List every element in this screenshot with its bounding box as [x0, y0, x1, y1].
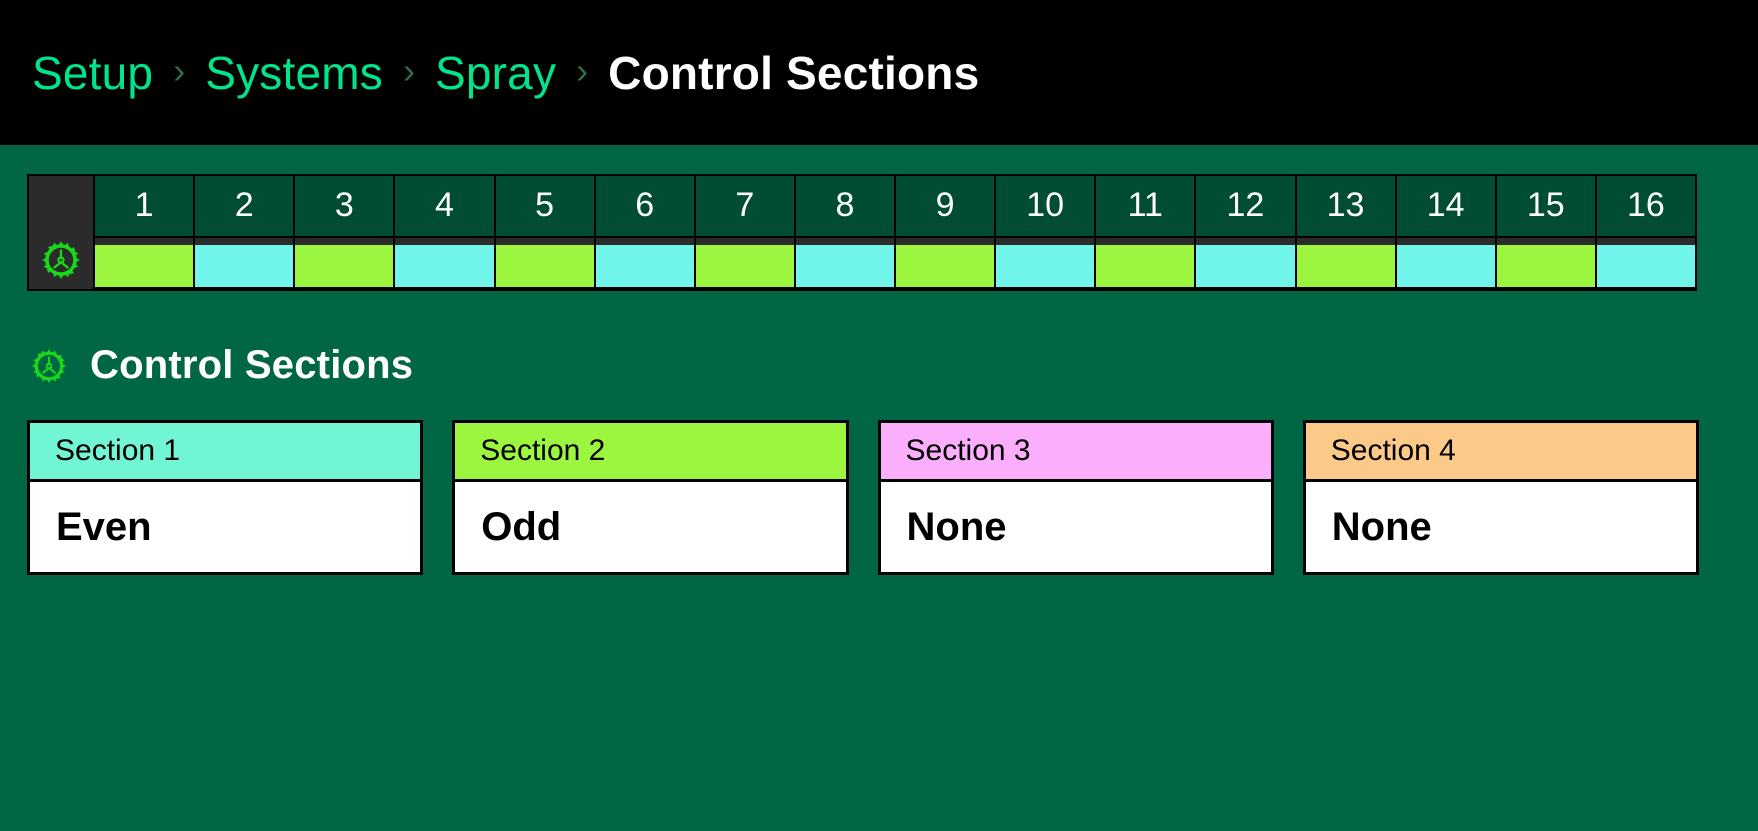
- nozzle-column-gap: [795, 238, 894, 245]
- nozzle-column-band[interactable]: [195, 245, 294, 289]
- nozzle-column-number: 8: [795, 176, 894, 238]
- nozzle-strip: 1 2 3 4 5 6 7 8 9 10 11 12 13 14 15 16: [27, 174, 1697, 291]
- breadcrumb-separator: ›: [173, 49, 186, 91]
- nozzle-column-gap: [1396, 238, 1495, 245]
- nozzle-column-13[interactable]: 13: [1294, 176, 1395, 289]
- breadcrumb-separator: ›: [576, 49, 589, 91]
- control-section-card-title: Section 3: [877, 420, 1274, 482]
- nozzle-column-14[interactable]: 14: [1394, 176, 1495, 289]
- nozzle-column-11[interactable]: 11: [1094, 176, 1195, 289]
- nozzle-column-number: 15: [1496, 176, 1595, 238]
- nozzle-column-band[interactable]: [595, 245, 694, 289]
- nozzle-column-gap: [195, 238, 294, 245]
- control-section-card-value[interactable]: Even: [27, 482, 424, 575]
- nozzle-strip-columns: 1 2 3 4 5 6 7 8 9 10 11 12 13 14 15 16: [95, 176, 1695, 289]
- nozzle-column-gap: [1296, 238, 1395, 245]
- nozzle-column-16[interactable]: 16: [1594, 176, 1695, 289]
- breadcrumb-separator: ›: [402, 49, 415, 91]
- nozzle-column-band[interactable]: [1196, 245, 1295, 289]
- page-content: 1 2 3 4 5 6 7 8 9 10 11 12 13 14 15 16 C…: [0, 174, 1758, 831]
- page-title: Control Sections: [90, 343, 414, 387]
- nozzle-column-number: 16: [1596, 176, 1695, 238]
- nozzle-column-band[interactable]: [1596, 245, 1695, 289]
- control-section-card-value[interactable]: None: [877, 482, 1274, 575]
- nozzle-column-band[interactable]: [795, 245, 894, 289]
- nozzle-column-4[interactable]: 4: [393, 176, 494, 289]
- control-section-card: Section 2 Odd: [452, 420, 849, 575]
- breadcrumb-item-systems[interactable]: Systems: [205, 46, 383, 100]
- nozzle-column-gap: [595, 238, 694, 245]
- nozzle-column-gap: [896, 238, 995, 245]
- nozzle-column-8[interactable]: 8: [793, 176, 894, 289]
- gear-icon: [30, 347, 68, 385]
- nozzle-column-5[interactable]: 5: [493, 176, 594, 289]
- nozzle-column-1[interactable]: 1: [95, 176, 194, 289]
- nozzle-column-number: 3: [295, 176, 394, 238]
- nozzle-column-gap: [495, 238, 594, 245]
- breadcrumb-item-spray[interactable]: Spray: [435, 46, 556, 100]
- control-section-card-value[interactable]: None: [1302, 482, 1699, 575]
- nozzle-column-number: 4: [395, 176, 494, 238]
- control-section-cards: Section 1 Even Section 2 Odd Section 3 None Se…: [27, 420, 1699, 575]
- nozzle-column-gap: [996, 238, 1095, 245]
- control-section-card-title: Section 4: [1302, 420, 1699, 482]
- nozzle-column-band[interactable]: [1496, 245, 1595, 289]
- control-section-card: Section 4 None: [1302, 420, 1699, 575]
- nozzle-column-number: 6: [595, 176, 694, 238]
- nozzle-column-band[interactable]: [896, 245, 995, 289]
- nozzle-column-3[interactable]: 3: [293, 176, 394, 289]
- nozzle-column-band[interactable]: [95, 245, 194, 289]
- nozzle-column-gap: [95, 238, 194, 245]
- breadcrumb-item-setup[interactable]: Setup: [32, 46, 153, 100]
- nozzle-column-number: 5: [495, 176, 594, 238]
- nozzle-column-gap: [1496, 238, 1595, 245]
- nozzle-column-gap: [1596, 238, 1695, 245]
- nozzle-column-band[interactable]: [695, 245, 794, 289]
- nozzle-strip-gear-cell[interactable]: [29, 176, 95, 289]
- nozzle-column-gap: [295, 238, 394, 245]
- nozzle-column-12[interactable]: 12: [1194, 176, 1295, 289]
- control-section-card: Section 3 None: [877, 420, 1274, 575]
- nozzle-column-number: 7: [695, 176, 794, 238]
- nozzle-column-number: 10: [996, 176, 1095, 238]
- nozzle-column-gap: [695, 238, 794, 245]
- nozzle-column-10[interactable]: 10: [994, 176, 1095, 289]
- nozzle-column-gap: [395, 238, 494, 245]
- breadcrumb: Setup › Systems › Spray › Control Sections: [32, 46, 979, 100]
- gear-icon: [40, 239, 82, 281]
- control-section-card-value[interactable]: Odd: [452, 482, 849, 575]
- top-bar: Setup › Systems › Spray › Control Sections: [0, 0, 1758, 145]
- control-section-card-title: Section 1: [27, 420, 424, 482]
- nozzle-column-number: 13: [1296, 176, 1395, 238]
- nozzle-column-band[interactable]: [1296, 245, 1395, 289]
- nozzle-column-6[interactable]: 6: [593, 176, 694, 289]
- nozzle-column-number: 11: [1096, 176, 1195, 238]
- nozzle-column-gap: [1096, 238, 1195, 245]
- nozzle-column-number: 12: [1196, 176, 1295, 238]
- nozzle-column-band[interactable]: [495, 245, 594, 289]
- nozzle-column-number: 14: [1396, 176, 1495, 238]
- nozzle-column-number: 1: [95, 176, 194, 238]
- control-section-card-title: Section 2: [452, 420, 849, 482]
- breadcrumb-item-control-sections: Control Sections: [608, 46, 980, 99]
- nozzle-column-number: 9: [896, 176, 995, 238]
- nozzle-column-gap: [1196, 238, 1295, 245]
- nozzle-column-band[interactable]: [1396, 245, 1495, 289]
- control-section-card: Section 1 Even: [27, 420, 424, 575]
- nozzle-column-band[interactable]: [996, 245, 1095, 289]
- nozzle-column-15[interactable]: 15: [1494, 176, 1595, 289]
- nozzle-column-9[interactable]: 9: [894, 176, 995, 289]
- nozzle-column-band[interactable]: [1096, 245, 1195, 289]
- nozzle-column-2[interactable]: 2: [193, 176, 294, 289]
- nozzle-column-band[interactable]: [395, 245, 494, 289]
- nozzle-column-7[interactable]: 7: [693, 176, 794, 289]
- nozzle-column-number: 2: [195, 176, 294, 238]
- control-sections-heading: Control Sections: [30, 343, 1758, 388]
- nozzle-column-band[interactable]: [295, 245, 394, 289]
